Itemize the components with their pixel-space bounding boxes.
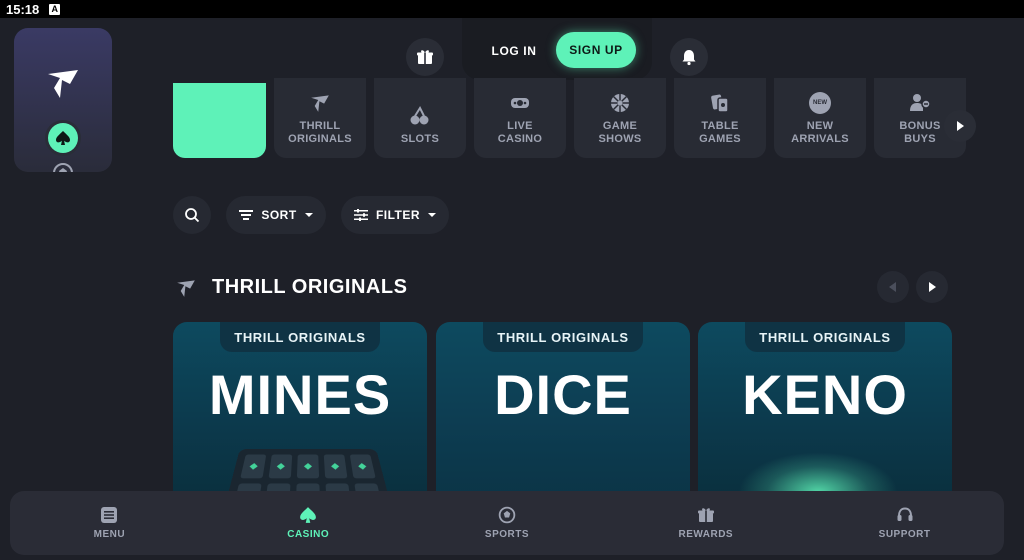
caret-down-icon [428,213,437,217]
bonus-buy-icon [909,92,931,114]
category-thrill-originals[interactable]: THRILL ORIGINALS [274,78,366,158]
nav-sports[interactable]: SPORTS [408,491,607,555]
nav-casino[interactable]: CASINO [209,491,408,555]
game-card-keno[interactable]: THRILL ORIGINALS KENO [698,322,952,502]
left-rail [14,28,112,172]
nav-menu[interactable]: MENU [10,491,209,555]
thrill-logo-icon[interactable] [46,66,80,100]
soccer-ball-icon [498,506,516,524]
game-card-mines[interactable]: THRILL ORIGINALS MINES ◆ ◆ ◆ ◆ ◆ [173,322,427,502]
nav-label: REWARDS [678,529,734,540]
chevron-right-icon [929,282,936,292]
nav-label: SUPPORT [878,529,931,540]
signup-button[interactable]: SIGN UP [556,32,636,68]
gift-icon [417,50,433,64]
game-card-title: KENO [742,363,908,426]
game-card-tag: THRILL ORIGINALS [220,322,380,352]
category-table-games[interactable]: TABLE GAMES [674,78,766,158]
cherries-icon [409,105,431,127]
bell-icon [682,50,696,66]
headset-icon [897,507,913,521]
bottom-nav: MENU CASINO SPORTS REWARDS SUPPORT [10,491,1004,555]
chevron-right-icon [957,121,964,131]
gift-button[interactable] [406,38,444,76]
status-time: 15:18 [6,1,40,17]
category-label: NEW ARRIVALS [791,120,849,145]
soccer-ball-icon[interactable] [52,162,74,172]
category-label: LIVE CASINO [497,120,543,145]
game-card-tag: THRILL ORIGINALS [483,322,643,352]
auth-bar: LOG IN SIGN UP [392,18,722,80]
caret-down-icon [304,213,313,217]
thrill-logo-icon [309,92,331,114]
nav-rewards[interactable]: REWARDS [606,491,805,555]
categories-next-button[interactable] [944,110,976,142]
category-label: GAME SHOWS [598,120,642,145]
chevron-left-icon [889,282,896,292]
spade-icon [56,131,70,145]
category-new-arrivals[interactable]: NEW NEW ARRIVALS [774,78,866,158]
sort-label: SORT [261,208,297,222]
login-button[interactable]: LOG IN [484,40,544,62]
game-card-dice[interactable]: THRILL ORIGINALS DICE [436,322,690,502]
category-label: BONUS BUYS [899,120,941,145]
app-window: LOG IN SIGN UP THRILL ORIGINALS SLOTS LI… [0,18,1024,560]
cards-icon [709,92,731,114]
filter-button[interactable]: FILTER [341,196,449,234]
wheel-icon [609,92,631,114]
gift-icon [697,508,714,522]
sort-button[interactable]: SORT [226,196,326,234]
category-label: SLOTS [400,133,440,145]
new-badge-icon: NEW [809,92,831,114]
search-button[interactable] [173,196,211,234]
nav-label: CASINO [287,529,330,540]
live-casino-icon [509,92,531,114]
sort-icon [239,210,254,220]
category-slots[interactable]: SLOTS [374,78,466,158]
search-icon [185,208,200,223]
section-title: THRILL ORIGINALS [212,276,408,298]
status-bar: 15:18 A [0,0,1024,18]
category-game-shows[interactable]: GAME SHOWS [574,78,666,158]
filter-sliders-icon [353,209,368,221]
menu-icon [101,507,118,523]
notifications-button[interactable] [670,38,708,76]
filter-label: FILTER [375,208,421,222]
category-label: TABLE GAMES [699,120,741,145]
game-card-tag: THRILL ORIGINALS [745,322,905,352]
section-next-button[interactable] [916,271,948,303]
nav-support[interactable]: SUPPORT [805,491,1004,555]
category-live-casino[interactable]: LIVE CASINO [474,78,566,158]
nav-label: MENU [93,529,126,540]
category-label: THRILL ORIGINALS [288,120,352,145]
notification-indicator-icon: A [49,3,61,15]
section-prev-button[interactable] [877,271,909,303]
featured-category-tile[interactable] [173,83,266,158]
nav-label: SPORTS [484,529,530,540]
game-card-title: DICE [494,363,632,426]
rail-casino-button[interactable] [45,120,81,156]
thrill-logo-icon [177,280,195,297]
spade-icon [300,507,317,523]
game-card-title: MINES [208,363,392,426]
